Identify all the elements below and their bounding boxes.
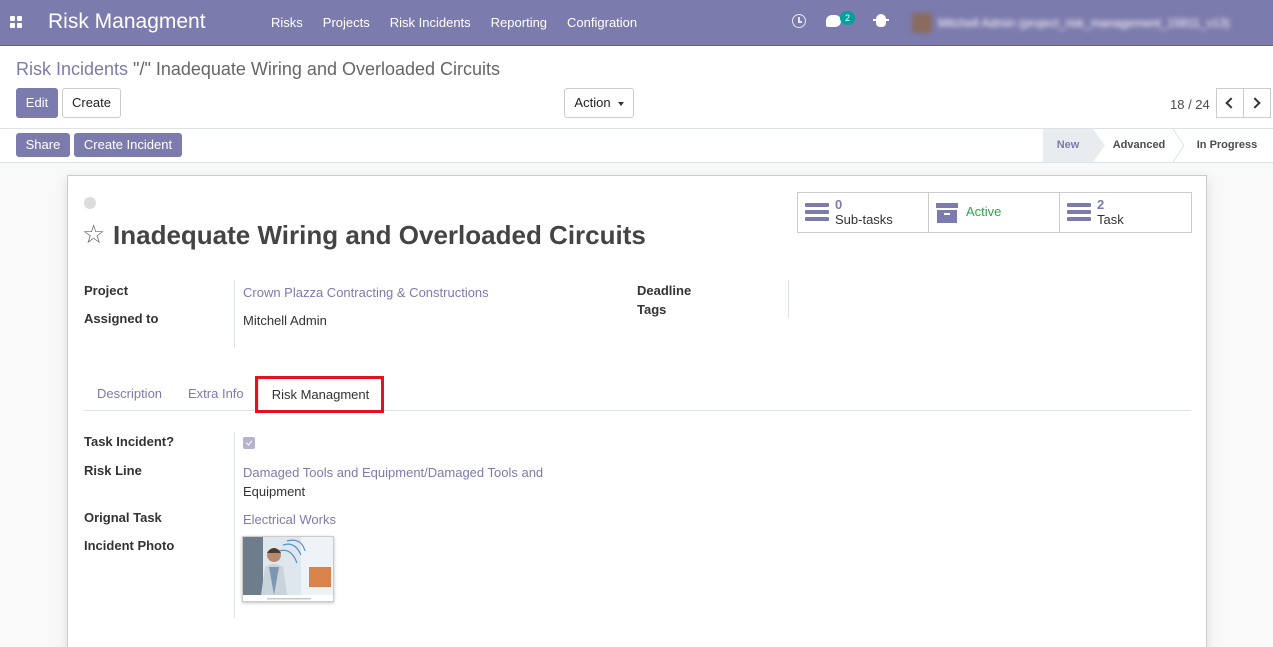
subtasks-count: 0 xyxy=(835,197,843,212)
edit-button[interactable]: Edit xyxy=(16,88,58,118)
task-smart-button[interactable]: 2 Task xyxy=(1060,193,1191,232)
create-incident-button[interactable]: Create Incident xyxy=(74,133,182,157)
subtasks-label: Sub-tasks xyxy=(835,212,893,227)
tasks-icon xyxy=(1067,203,1091,222)
incident-photo-image xyxy=(243,537,333,601)
menu-item-risk-incidents[interactable]: Risk Incidents xyxy=(380,15,481,30)
active-toggle-button[interactable]: Active xyxy=(929,193,1060,232)
highlight-annotation xyxy=(255,376,384,413)
app-title[interactable]: Risk Managment xyxy=(48,10,206,34)
field-divider xyxy=(788,280,789,318)
task-incident-label: Task Incident? xyxy=(84,434,175,449)
assigned-to-label: Assigned to xyxy=(84,311,159,326)
breadcrumb: Risk Incidents "/" Inadequate Wiring and… xyxy=(16,59,500,80)
menu-item-reporting[interactable]: Reporting xyxy=(481,15,557,30)
create-button[interactable]: Create xyxy=(62,88,121,118)
breadcrumb-separator: "/" xyxy=(128,59,156,79)
archive-icon xyxy=(936,203,958,223)
stage-arrow-icon xyxy=(1173,129,1185,162)
smart-buttons: 0 Sub-tasks Active 2 Task xyxy=(797,192,1192,233)
stage-in-progress[interactable]: In Progress xyxy=(1187,129,1267,162)
chat-count-badge: 2 xyxy=(840,11,855,25)
risk-line-field[interactable]: Damaged Tools and Equipment/Damaged Tool… xyxy=(243,465,543,480)
subtasks-smart-button[interactable]: 0 Sub-tasks xyxy=(798,193,929,232)
original-task-label: Orignal Task xyxy=(84,510,162,525)
breadcrumb-current: Inadequate Wiring and Overloaded Circuit… xyxy=(155,59,501,79)
original-task-field[interactable]: Electrical Works xyxy=(243,512,336,527)
action-label: Action xyxy=(574,95,611,110)
tab-description[interactable]: Description xyxy=(97,386,162,401)
chevron-left-icon xyxy=(1225,97,1237,109)
task-label: Task xyxy=(1097,212,1124,227)
form-statusbar: Share Create Incident New Advanced In Pr… xyxy=(0,129,1273,163)
share-button[interactable]: Share xyxy=(16,133,70,157)
star-icon[interactable]: ☆ xyxy=(82,221,105,247)
pager-next-button[interactable] xyxy=(1243,88,1271,118)
task-count: 2 xyxy=(1097,197,1105,212)
deadline-label: Deadline xyxy=(637,283,692,298)
activity-clock-icon[interactable] xyxy=(792,14,806,28)
project-field[interactable]: Crown Plazza Contracting & Constructions xyxy=(243,285,489,300)
incident-photo-label: Incident Photo xyxy=(84,538,175,553)
avatar xyxy=(912,13,932,33)
top-navbar: Risk Managment Risks Projects Risk Incid… xyxy=(0,0,1273,46)
incident-photo[interactable] xyxy=(242,536,334,602)
tasks-icon xyxy=(805,203,829,222)
kanban-state-icon[interactable] xyxy=(84,197,96,209)
action-dropdown[interactable]: Action xyxy=(564,88,634,118)
apps-menu-icon[interactable] xyxy=(10,16,22,28)
task-incident-checkbox[interactable] xyxy=(243,437,255,449)
tags-label: Tags xyxy=(637,302,667,317)
notebook-tabs: Description Extra Info Risk Managment xyxy=(84,376,1191,411)
menu-item-risks[interactable]: Risks xyxy=(261,15,313,30)
main-menu: Risks Projects Risk Incidents Reporting … xyxy=(261,15,647,30)
form-sheet: ☆ Inadequate Wiring and Overloaded Circu… xyxy=(67,175,1207,647)
menu-item-projects[interactable]: Projects xyxy=(313,15,380,30)
menu-item-configuration[interactable]: Configration xyxy=(557,15,647,30)
debug-bug-icon[interactable] xyxy=(873,14,889,27)
chat-icon[interactable] xyxy=(826,15,841,27)
field-divider xyxy=(234,432,235,618)
user-name: Mitchell Admin (project_risk_management_… xyxy=(938,16,1230,30)
chevron-right-icon xyxy=(1249,97,1261,109)
field-divider xyxy=(234,280,235,348)
record-title[interactable]: Inadequate Wiring and Overloaded Circuit… xyxy=(113,220,646,251)
risk-line-field-continued[interactable]: Equipment xyxy=(243,484,305,499)
active-status: Active xyxy=(966,204,1002,219)
pager-value[interactable]: 18 / 24 xyxy=(1170,97,1210,112)
assigned-to-field[interactable]: Mitchell Admin xyxy=(243,313,327,328)
breadcrumb-parent[interactable]: Risk Incidents xyxy=(16,59,128,79)
control-panel: Risk Incidents "/" Inadequate Wiring and… xyxy=(0,46,1273,129)
pager-previous-button[interactable] xyxy=(1216,88,1244,118)
stage-new[interactable]: New xyxy=(1043,129,1093,162)
stage-arrow-icon xyxy=(1093,129,1105,162)
stage-advanced[interactable]: Advanced xyxy=(1105,129,1173,162)
tab-extra-info[interactable]: Extra Info xyxy=(188,386,244,401)
risk-line-label: Risk Line xyxy=(84,463,142,478)
user-menu[interactable]: Mitchell Admin (project_risk_management_… xyxy=(912,11,1270,35)
caret-down-icon xyxy=(617,101,624,106)
project-label: Project xyxy=(84,283,129,298)
